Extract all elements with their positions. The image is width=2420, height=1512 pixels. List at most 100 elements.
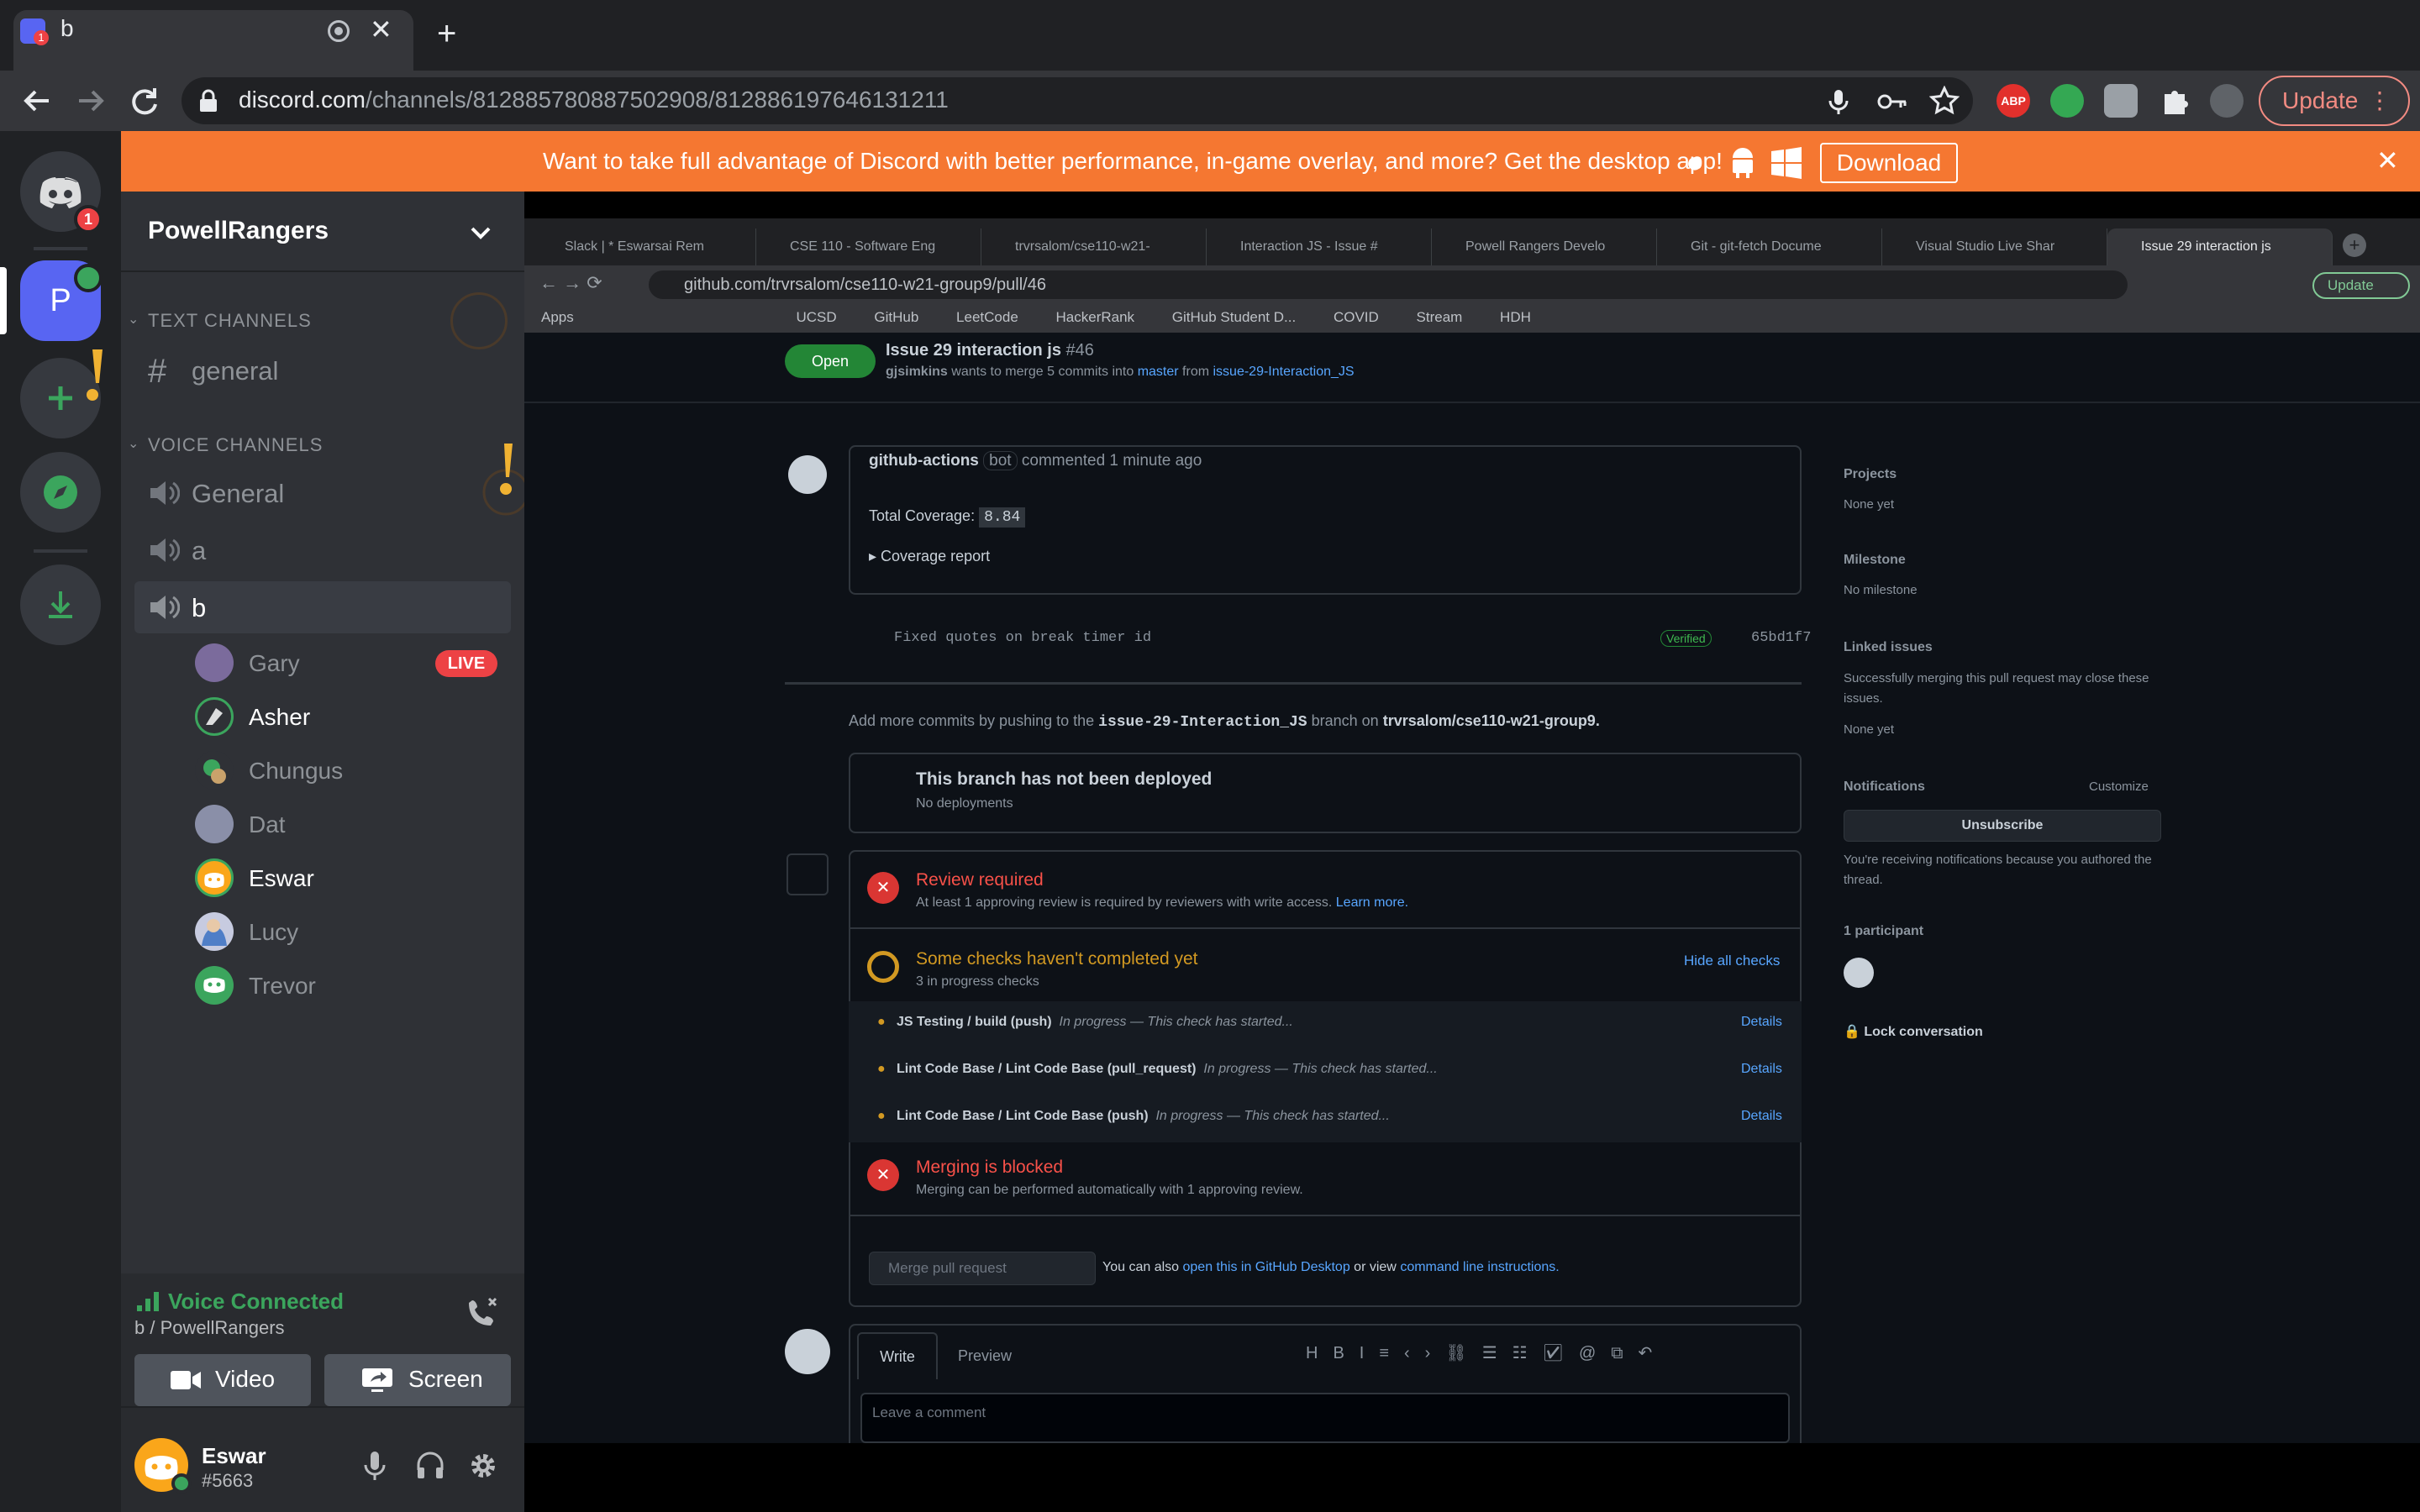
tab-title: b xyxy=(60,15,74,41)
checks-title: Some checks haven't completed yet xyxy=(916,949,1198,969)
back-icon[interactable] xyxy=(17,81,57,121)
voice-channel-a[interactable]: a xyxy=(192,536,206,566)
download-apps-button[interactable] xyxy=(20,564,101,645)
extension-r-icon[interactable] xyxy=(2104,84,2138,118)
headphones-icon[interactable] xyxy=(415,1450,445,1480)
explore-servers-button[interactable] xyxy=(20,452,101,533)
disconnect-icon[interactable] xyxy=(466,1295,499,1329)
stream-tab: Visual Studio Live Shar xyxy=(1882,228,2107,265)
guild-divider xyxy=(34,247,87,250)
connection-signal-icon[interactable] xyxy=(136,1290,160,1312)
screen-share-button[interactable]: Screen xyxy=(324,1354,511,1406)
windows-icon xyxy=(1770,146,1803,180)
coverage-line: Total Coverage: 8.84 xyxy=(869,507,1026,528)
side-notifications: Notifications xyxy=(1844,780,1925,794)
key-icon[interactable] xyxy=(1877,89,1907,114)
avatar[interactable] xyxy=(195,751,234,790)
checks-subtitle: 3 in progress checks xyxy=(916,974,1039,989)
forward-icon[interactable] xyxy=(71,81,111,121)
check-row: ● Lint Code Base / Lint Code Base (pull_… xyxy=(877,1062,1438,1076)
avatar[interactable] xyxy=(195,697,234,736)
download-button[interactable]: Download xyxy=(1820,143,1958,183)
side-customize: Customize xyxy=(2089,780,2149,794)
voice-member-name[interactable]: Trevor xyxy=(249,973,316,1000)
coverage-report-toggle: ▸ Coverage report xyxy=(869,548,991,564)
new-tab-icon[interactable]: + xyxy=(437,17,456,50)
gear-icon[interactable] xyxy=(467,1450,499,1482)
stream-tab: Slack | * Eswarsai Rem xyxy=(531,228,756,265)
merge-blocked-title: Merging is blocked xyxy=(916,1158,1064,1177)
username[interactable]: Eswar xyxy=(202,1443,266,1469)
microphone-icon[interactable] xyxy=(1825,87,1852,116)
voice-member-name[interactable]: Gary xyxy=(249,650,300,677)
avatar[interactable] xyxy=(195,643,234,682)
server-name: PowellRangers xyxy=(148,217,329,244)
category-chevron-icon[interactable]: ⌄ xyxy=(128,435,139,452)
extension-green-icon[interactable] xyxy=(2050,84,2084,118)
blocked-x-icon: ✕ xyxy=(867,1159,899,1191)
category-chevron-icon[interactable]: ⌄ xyxy=(128,311,139,328)
stream-new-tab-icon: + xyxy=(2343,234,2366,257)
stream-tab: Git - git-fetch Docume xyxy=(1657,228,1882,265)
video-button[interactable]: Video xyxy=(134,1354,311,1406)
voice-status[interactable]: Voice Connected xyxy=(168,1289,344,1315)
voice-member-name[interactable]: Dat xyxy=(249,811,286,838)
merge-blocked-subtitle: Merging can be performed automatically w… xyxy=(916,1183,1303,1197)
avatar[interactable] xyxy=(195,858,234,897)
pending-checks-icon xyxy=(867,951,899,983)
stream-update-button: Update xyxy=(2312,272,2410,299)
side-lock: 🔒 Lock conversation xyxy=(1844,1025,1983,1039)
shared-screen: Slack | * Eswarsai Rem CSE 110 - Softwar… xyxy=(524,218,2420,1443)
microphone-icon[interactable] xyxy=(361,1450,388,1482)
check-row: ● JS Testing / build (push) In progress … xyxy=(877,1015,1293,1029)
voice-member-name[interactable]: Chungus xyxy=(249,758,343,785)
voice-member-name[interactable]: Eswar xyxy=(249,865,314,892)
chevron-down-icon[interactable] xyxy=(467,223,494,244)
voice-member-name[interactable]: Lucy xyxy=(249,919,298,946)
participant-avatar xyxy=(1844,958,1874,988)
stream-url: github.com/trvrsalom/cse110-w21-group9/p… xyxy=(684,276,1046,294)
voice-member-name[interactable]: Asher xyxy=(249,704,310,731)
bookmark-star-icon[interactable] xyxy=(1929,86,1960,116)
reload-icon[interactable] xyxy=(124,81,165,121)
favicon-badge: 1 xyxy=(34,30,49,45)
merge-hint: You can also open this in GitHub Desktop… xyxy=(1102,1260,1560,1274)
stream-tab: Interaction JS - Issue # xyxy=(1207,228,1432,265)
push-hint: Add more commits by pushing to the issue… xyxy=(849,712,1600,731)
voice-channel-b[interactable]: b xyxy=(192,593,206,623)
side-projects: Projects xyxy=(1844,467,1897,481)
tab-close-icon[interactable]: ✕ xyxy=(370,13,392,45)
speaker-icon xyxy=(148,479,180,507)
extensions-puzzle-icon[interactable] xyxy=(2158,84,2191,118)
text-channels-category[interactable]: TEXT CHANNELS xyxy=(148,310,312,332)
avatar[interactable] xyxy=(195,805,234,843)
avatar[interactable] xyxy=(195,912,234,951)
lock-icon[interactable] xyxy=(198,89,218,113)
side-linked-issues: Linked issues xyxy=(1844,640,1933,654)
voice-location[interactable]: b / PowellRangers xyxy=(134,1317,285,1339)
side-milestone: Milestone xyxy=(1844,553,1906,567)
user-tag[interactable]: #5663 xyxy=(202,1470,253,1492)
selected-pill xyxy=(0,267,7,334)
merge-divider xyxy=(849,927,1802,929)
side-projects-value: None yet xyxy=(1844,497,1895,512)
comment-input: Leave a comment xyxy=(860,1393,1790,1443)
side-unsubscribe-button: Unsubscribe xyxy=(1844,810,2161,842)
voice-channel-general[interactable]: General xyxy=(192,479,284,509)
side-milestone-value: No milestone xyxy=(1844,583,1918,597)
url-text[interactable]: discord.com/channels/812885780887502908/… xyxy=(239,87,949,113)
check-details-link: Details xyxy=(1741,1109,1782,1123)
commit-message: Fixed quotes on break timer id xyxy=(894,630,1152,646)
side-participants: 1 participant xyxy=(1844,924,1924,938)
deployment-box xyxy=(849,753,1802,833)
speaker-icon xyxy=(148,593,180,622)
avatar[interactable] xyxy=(195,966,234,1005)
profile-avatar[interactable] xyxy=(2210,84,2244,118)
chrome-update-button[interactable]: Update ⋮ xyxy=(2259,76,2410,126)
stream-tab: CSE 110 - Software Eng xyxy=(756,228,981,265)
text-channel-hash-icon: # xyxy=(148,353,167,390)
banner-close-icon[interactable]: ✕ xyxy=(2376,144,2399,176)
voice-channels-category[interactable]: VOICE CHANNELS xyxy=(148,434,323,456)
adblock-icon[interactable]: ABP xyxy=(1996,84,2030,118)
channel-general[interactable]: general xyxy=(192,356,278,386)
